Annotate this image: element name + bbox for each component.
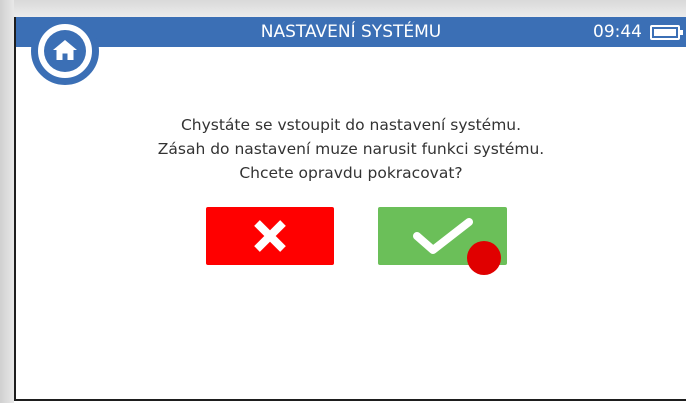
checkmark-icon (413, 218, 473, 254)
home-icon (44, 30, 86, 72)
header-bar: NASTAVENÍ SYSTÉMU 09:44 (16, 17, 686, 47)
message-line: Chcete opravdu pokracovat? (239, 164, 463, 182)
battery-full-icon (650, 25, 683, 40)
screen-area (14, 17, 686, 401)
home-button[interactable] (31, 17, 99, 85)
tap-indicator (467, 241, 501, 275)
cancel-button[interactable] (206, 207, 334, 265)
page-title: NASTAVENÍ SYSTÉMU (260, 22, 442, 42)
device-bezel-left (0, 0, 14, 403)
clock: 09:44 (593, 22, 642, 42)
message-line: Zásah do nastavení muze narusit funkci s… (157, 140, 545, 158)
device-screen: NASTAVENÍ SYSTÉMU 09:44 Chystáte se vsto… (0, 0, 686, 403)
close-icon (254, 220, 286, 252)
message-line: Chystáte se vstoupit do nastavení systém… (180, 116, 522, 134)
confirmation-message: Chystáte se vstoupit do nastavení systém… (16, 113, 686, 185)
device-bezel-top (0, 0, 686, 17)
